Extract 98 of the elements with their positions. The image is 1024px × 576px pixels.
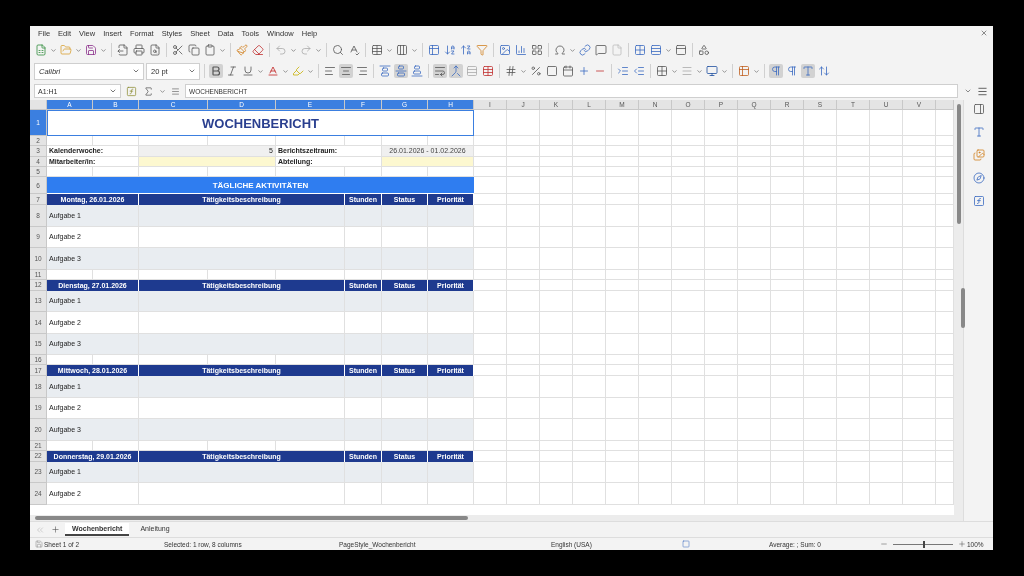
borders-icon[interactable] [655,64,669,78]
dropdown-icon[interactable] [188,67,196,75]
caret-icon[interactable] [159,87,166,95]
caret-icon[interactable] [100,46,107,54]
hyperlink-icon[interactable] [578,43,592,57]
caret-icon[interactable] [520,67,527,75]
close-icon[interactable] [979,28,989,38]
caret-icon[interactable] [411,46,418,54]
styles-icon[interactable] [971,125,986,139]
section-header: TÄGLICHE AKTIVITÄTEN [47,177,474,194]
new-document-icon[interactable] [34,43,48,57]
caret-icon[interactable] [696,67,703,75]
percent-icon[interactable] [529,64,543,78]
caret-icon[interactable] [290,46,297,54]
caret-icon[interactable] [665,46,672,54]
comment-icon[interactable] [594,43,608,57]
properties-icon[interactable] [971,102,986,116]
indent-increase-icon[interactable] [616,64,630,78]
right-to-left-icon[interactable] [785,64,799,78]
selection-mode-icon[interactable] [681,539,691,549]
caret-icon[interactable] [753,67,760,75]
align-right-icon[interactable] [355,64,369,78]
cut-icon[interactable] [171,43,185,57]
horizontal-scrollbar[interactable] [30,515,963,521]
caret-icon[interactable] [282,67,289,75]
zoom-in-icon[interactable] [957,539,967,549]
functions-icon[interactable] [971,194,986,208]
sheet-title: WOCHENBERICHT [202,115,319,131]
export-icon[interactable] [116,43,130,57]
special-character-icon[interactable] [553,43,567,57]
search-icon[interactable] [331,43,345,57]
sort-descending-icon[interactable] [459,43,473,57]
document-status-icon[interactable] [34,539,44,549]
align-bottom-icon[interactable] [410,64,424,78]
dropdown-icon[interactable] [132,67,140,75]
print-icon[interactable] [132,43,146,57]
formula-icon[interactable] [170,85,181,97]
paintbrush-icon[interactable] [235,43,249,57]
print-preview-icon[interactable] [148,43,162,57]
eraser-icon[interactable] [251,43,265,57]
column-icon[interactable] [395,43,409,57]
gallery-icon[interactable] [971,148,986,162]
underline-icon[interactable] [241,64,255,78]
function-wizard-icon[interactable] [125,84,138,98]
conditional-format-icon[interactable] [737,64,751,78]
caret-icon[interactable] [257,67,264,75]
caret-icon[interactable] [75,46,82,54]
add-decimal-icon[interactable] [577,64,591,78]
align-middle-icon[interactable] [394,64,408,78]
caret-icon[interactable] [315,46,322,54]
merge-cells-icon[interactable] [449,64,463,78]
align-left-icon[interactable] [323,64,337,78]
wrap-text-icon[interactable] [433,64,447,78]
vertical-text-icon[interactable] [817,64,831,78]
navigator-icon[interactable] [971,171,986,185]
copy-icon[interactable] [187,43,201,57]
header-footer-icon[interactable] [674,43,688,57]
sidebar-handle[interactable] [961,288,965,328]
sort-ascending-icon[interactable] [443,43,457,57]
grid-icon[interactable] [481,64,495,78]
folder-icon[interactable] [59,43,73,57]
number-format-icon[interactable] [504,64,518,78]
caret-icon[interactable] [671,67,678,75]
align-center-button[interactable] [339,64,353,78]
italic-icon[interactable] [225,64,239,78]
add-sheet-icon[interactable] [50,524,61,535]
save-icon[interactable] [84,43,98,57]
chart-icon[interactable] [514,43,528,57]
border-style-icon[interactable] [680,64,694,78]
shapes-icon[interactable] [697,43,711,57]
unmerge-cells-icon[interactable] [465,64,479,78]
caret-icon[interactable] [50,46,57,54]
text-direction-icon[interactable] [801,64,815,78]
vertical-scrollbar[interactable] [954,100,963,515]
redo-icon[interactable] [299,43,313,57]
caret-icon[interactable] [721,67,728,75]
dropdown-icon[interactable] [109,87,117,95]
indent-decrease-icon[interactable] [632,64,646,78]
left-to-right-icon[interactable] [769,64,783,78]
caret-icon[interactable] [386,46,393,54]
caret-icon[interactable] [569,46,576,54]
freeze-rows-icon[interactable] [633,43,647,57]
filter-icon[interactable] [475,43,489,57]
border-color-icon[interactable] [705,64,719,78]
caret-icon[interactable] [219,46,226,54]
date-icon[interactable] [561,64,575,78]
row-icon[interactable] [370,43,384,57]
image-icon[interactable] [498,43,512,57]
sum-icon[interactable] [142,84,155,98]
caret-icon[interactable] [964,87,972,95]
caret-icon[interactable] [307,67,314,75]
undo-icon[interactable] [274,43,288,57]
align-top-icon[interactable] [378,64,392,78]
font-color-icon[interactable] [266,64,280,78]
paste-icon[interactable] [203,43,217,57]
highlight-icon[interactable] [291,64,305,78]
table-icon[interactable] [427,43,441,57]
bold-button[interactable] [209,64,223,78]
